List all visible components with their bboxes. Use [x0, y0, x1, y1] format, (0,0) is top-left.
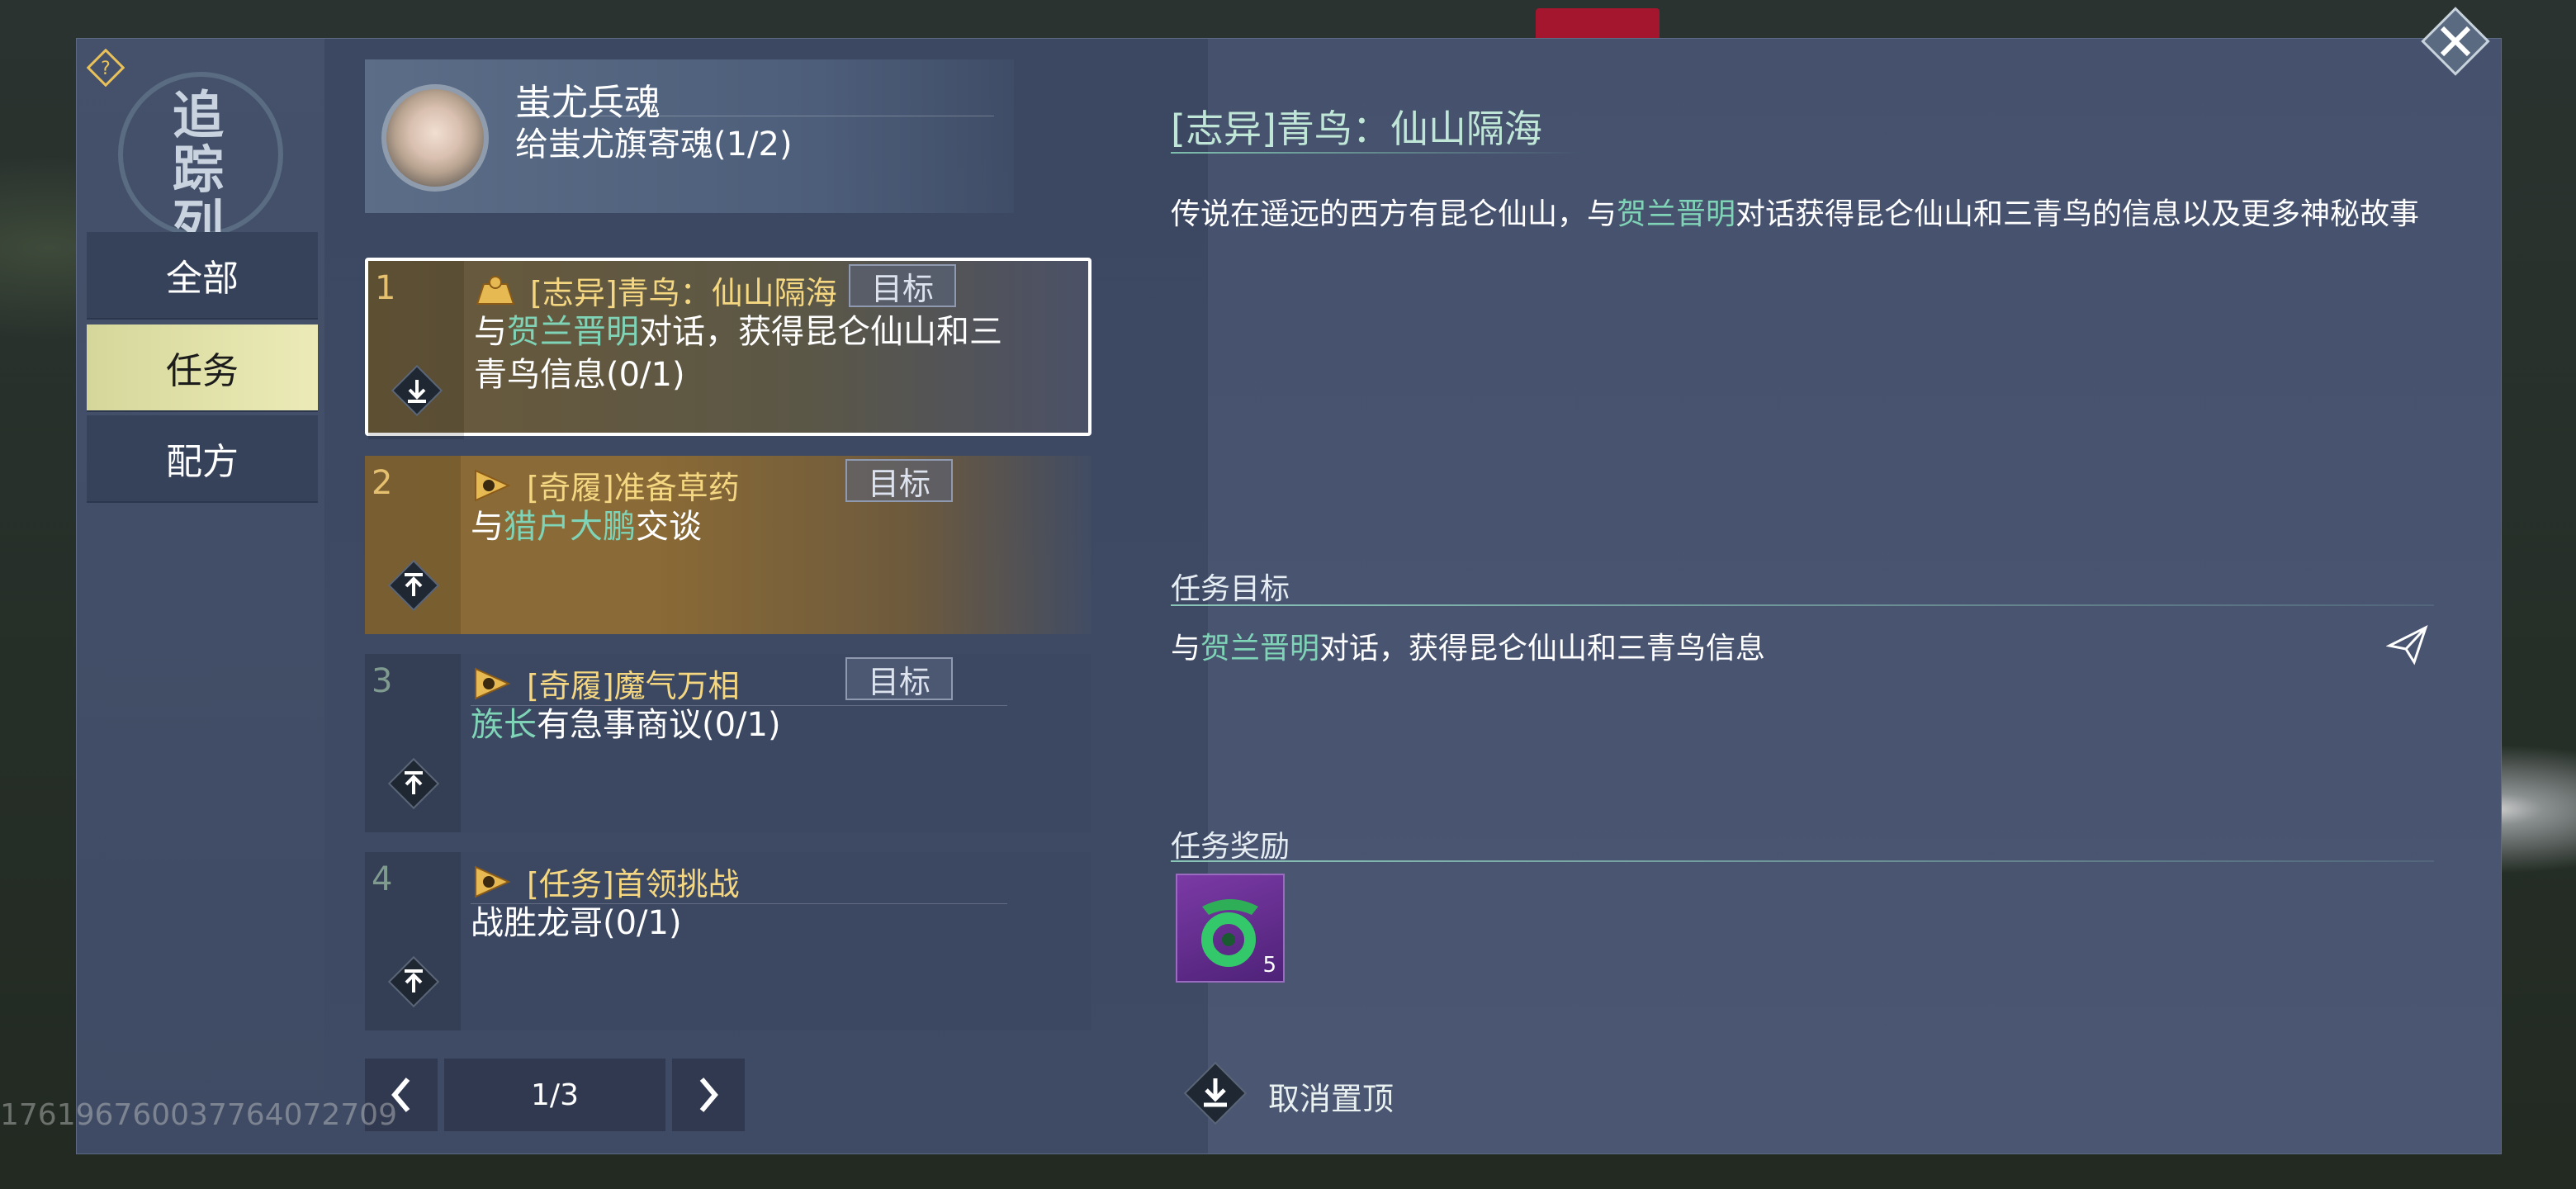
mystery-quest-icon — [476, 276, 515, 305]
category-all[interactable]: 全部 — [87, 232, 318, 320]
npc-name-link[interactable]: 贺兰晋明 — [1617, 197, 1735, 231]
npc-name-link[interactable]: 贺兰晋明 — [1200, 632, 1319, 666]
category-column: ? 追踪 列表 全部 任务 配方 — [77, 39, 324, 1153]
down-pin-icon[interactable] — [388, 362, 446, 419]
up-pin-icon[interactable] — [385, 557, 443, 614]
goal-text: 与贺兰晋明对话，获得昆仑仙山和三青鸟信息 — [1171, 624, 1765, 667]
watermark-id: 1761967600377640727​09 — [0, 1098, 397, 1132]
quest-number: 3 — [372, 662, 393, 700]
quest-item-1[interactable]: 1 [志异]青鸟：仙山隔海 目标 与贺兰晋明对话，获得昆仑仙山和三青鸟信息(0/… — [365, 258, 1091, 439]
reward-item[interactable]: 5 — [1176, 874, 1285, 983]
quest-description: 战胜龙哥(0/1) — [471, 902, 1016, 945]
desc-text: 交谈 — [636, 508, 702, 546]
npc-name-link[interactable]: 族长 — [471, 706, 537, 744]
adventure-quest-icon — [475, 469, 511, 502]
pinned-quest-subtitle: 给蚩尤旗寄魂(1/2) — [515, 126, 793, 163]
quest-description: 与猎户大鹏交谈 — [471, 505, 1016, 548]
quest-number: 2 — [372, 464, 393, 502]
quest-number: 1 — [375, 269, 396, 307]
navigate-plane-icon[interactable] — [2386, 623, 2429, 666]
target-button[interactable]: 目标 — [845, 459, 953, 502]
npc-avatar — [381, 84, 489, 192]
detail-title: [志异]青鸟：仙山隔海 — [1171, 107, 1542, 151]
target-button[interactable]: 目标 — [845, 657, 953, 700]
svg-text:?: ? — [101, 59, 111, 79]
desc-text: 传说在遥远的西方有昆仑仙山，与 — [1171, 197, 1617, 231]
npc-name-link[interactable]: 贺兰晋明 — [507, 313, 639, 351]
quest-title: [任务]首领挑战 — [527, 866, 740, 902]
emblem-line-1: 追踪 — [172, 85, 225, 200]
quest-item-2[interactable]: 2 [奇履]准备草药 目标 与猎户大鹏交谈 — [365, 456, 1091, 634]
quest-number: 4 — [372, 860, 393, 898]
unpin-icon[interactable] — [1179, 1057, 1252, 1130]
desc-text: 战胜龙哥(0/1) — [471, 904, 682, 942]
desc-text: 对话获得昆仑仙山和三青鸟的信息以及更多神秘故事 — [1735, 197, 2420, 231]
next-page-button[interactable] — [672, 1059, 745, 1131]
pinned-main-quest[interactable]: 蚩尤兵魂 给蚩尤旗寄魂(1/2) — [365, 59, 1014, 213]
desc-text: 与 — [471, 508, 504, 546]
quest-title: [志异]青鸟：仙山隔海 — [530, 275, 837, 311]
detail-description: 传说在遥远的西方有昆仑仙山，与贺兰晋明对话获得昆仑仙山和三青鸟的信息以及更多神秘… — [1171, 195, 2434, 234]
up-pin-icon[interactable] — [385, 755, 443, 812]
goal-text-part: 对话，获得昆仑仙山和三青鸟信息 — [1319, 632, 1766, 666]
quest-title: [奇履]魔气万相 — [527, 668, 740, 704]
divider — [1171, 604, 2434, 606]
quest-description: 族长有急事商议(0/1) — [471, 703, 1016, 746]
npc-name-link[interactable]: 猎户大鹏 — [504, 508, 636, 546]
adventure-quest-icon — [475, 667, 511, 700]
goal-section-title: 任务目标 — [1171, 572, 1290, 606]
category-quests[interactable]: 任务 — [87, 324, 318, 412]
reward-section-title: 任务奖励 — [1171, 830, 1290, 864]
desc-text: 与 — [474, 313, 507, 351]
quest-description: 与贺兰晋明对话，获得昆仑仙山和三青鸟信息(0/1) — [474, 310, 1019, 396]
quest-title: [奇履]准备草药 — [527, 470, 740, 506]
category-label: 配方 — [166, 441, 239, 483]
help-icon[interactable]: ? — [87, 49, 125, 87]
category-recipes[interactable]: 配方 — [87, 415, 318, 503]
target-button[interactable]: 目标 — [849, 264, 956, 307]
chevron-right-icon — [699, 1078, 718, 1112]
desc-text: 有急事商议(0/1) — [537, 706, 781, 744]
page-indicator: 1/3 — [444, 1059, 665, 1131]
divider — [1171, 860, 2434, 862]
close-icon[interactable] — [2414, 0, 2497, 83]
category-label: 任务 — [166, 350, 239, 392]
up-pin-icon[interactable] — [385, 953, 443, 1011]
quest-item-4[interactable]: 4 [任务]首领挑战 战胜龙哥(0/1) — [365, 852, 1091, 1030]
task-quest-icon — [475, 865, 511, 898]
unpin-button-label[interactable]: 取消置顶 — [1268, 1073, 1394, 1119]
divider — [1171, 152, 1584, 154]
reward-count: 5 — [1262, 953, 1276, 978]
goal-text-part: 与 — [1171, 632, 1201, 666]
quest-item-3[interactable]: 3 [奇履]魔气万相 目标 族长有急事商议(0/1) — [365, 654, 1091, 832]
category-label: 全部 — [166, 258, 239, 300]
